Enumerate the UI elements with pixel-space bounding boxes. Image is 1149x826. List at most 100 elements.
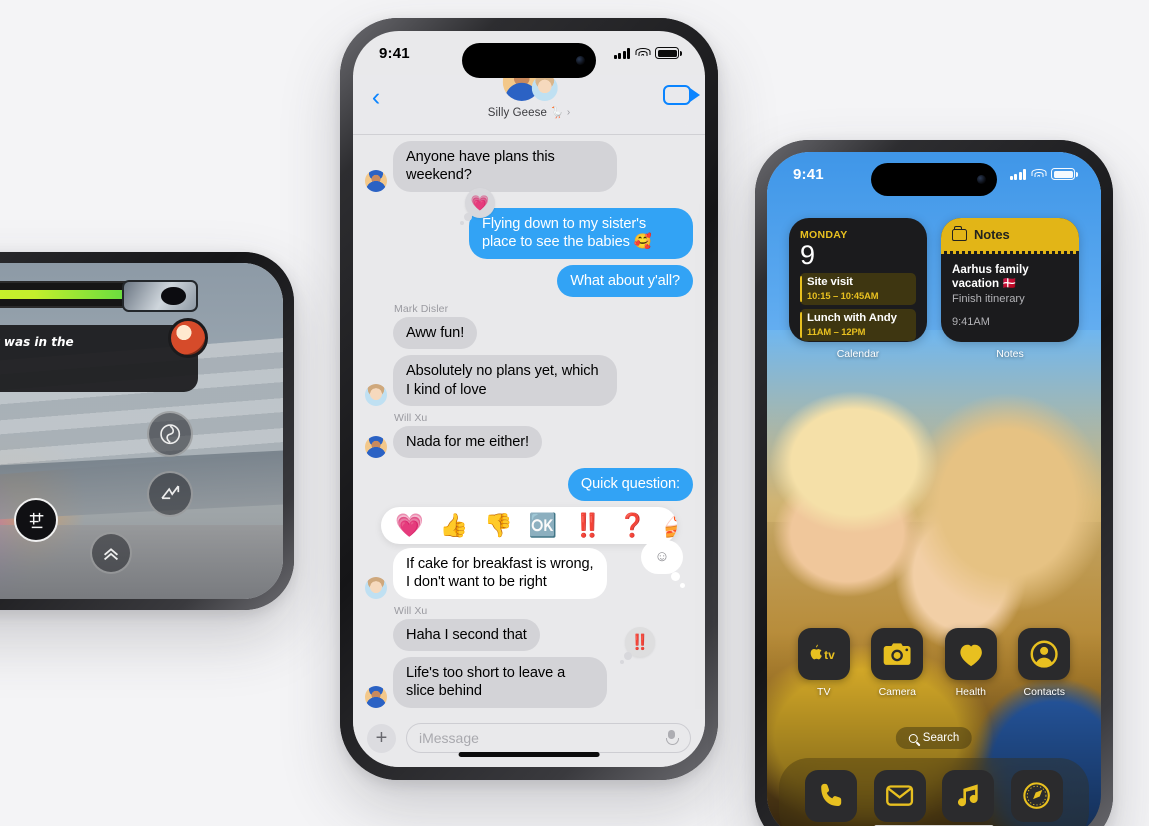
status-indicators	[1009, 168, 1078, 180]
message-bubble[interactable]: Anyone have plans this weekend?	[393, 141, 617, 192]
notes-widget[interactable]: Notes Aarhus family vacation 🇩🇰 Finish i…	[941, 218, 1079, 342]
notes-widget-header: Notes	[941, 218, 1079, 251]
messages-screen: 9:41 ‹ Silly Geese 🪿 › Anyone have plans…	[353, 31, 705, 767]
ability-chevron-button[interactable]	[90, 531, 133, 574]
tapback-option-question[interactable]: ❓	[618, 513, 647, 537]
tapback-option-thumbs-up[interactable]: 👍	[440, 513, 469, 537]
notes-header-title: Notes	[974, 227, 1010, 242]
game-phone: 00 Can't believe that was in the monumen…	[0, 252, 294, 610]
tapback-exclaim[interactable]: ‼️	[620, 626, 655, 664]
widget-label: Notes	[996, 348, 1024, 360]
enemy-portrait	[121, 279, 198, 312]
calendar-event[interactable]: Lunch with Andy 11AM – 12PM	[800, 309, 916, 341]
search-label: Search	[922, 732, 960, 744]
microphone-icon[interactable]	[665, 729, 679, 747]
app-tv[interactable]: tv TV	[787, 628, 861, 698]
notes-widget-body: Aarhus family vacation 🇩🇰 Finish itinera…	[941, 254, 1079, 337]
message-bubble[interactable]: Absolutely no plans yet, which I kind of…	[393, 355, 617, 406]
dialog-text: Can't believe that was in the monument…	[0, 335, 74, 350]
dock-safari[interactable]	[1010, 770, 1063, 822]
avatar-spacer	[365, 629, 387, 651]
ability-swirl-button[interactable]	[147, 410, 194, 457]
app-icon[interactable]	[1018, 628, 1071, 680]
status-indicators	[613, 47, 682, 59]
front-camera-icon	[977, 175, 986, 184]
camera-icon	[883, 643, 911, 665]
imessage-input[interactable]: iMessage	[406, 723, 691, 753]
add-attachment-button[interactable]: +	[367, 723, 396, 753]
app-icon[interactable]	[871, 628, 924, 680]
app-icon[interactable]	[944, 628, 997, 680]
typing-thought-bubble: ☺	[641, 539, 685, 588]
home-screen: 9:41 MONDAY 9 Site visit 10:15 – 10:45AM	[767, 152, 1101, 826]
search-button[interactable]: Search	[895, 727, 973, 749]
game-background	[0, 263, 283, 599]
dock-music[interactable]	[942, 770, 995, 822]
compass-icon	[1023, 782, 1051, 810]
note-time: 9:41AM	[952, 316, 990, 329]
app-label: TV	[817, 686, 831, 698]
calendar-widget[interactable]: MONDAY 9 Site visit 10:15 – 10:45AM Lunc…	[789, 218, 927, 342]
battery-full-icon	[655, 47, 682, 59]
message-bubble[interactable]: Haha I second that	[393, 618, 540, 651]
calendar-day-number: 9	[800, 240, 816, 270]
message-bubble[interactable]: Quick question:	[567, 468, 693, 501]
chevron-right-icon: ›	[566, 107, 571, 118]
dock	[779, 758, 1089, 826]
dock-mail[interactable]	[873, 770, 926, 822]
dialog-box: Can't believe that was in the monument…	[0, 318, 208, 393]
message-row: Life's too short to leave a slice behind	[365, 656, 693, 708]
tapback-heart[interactable]: 💗	[460, 187, 495, 225]
app-icon[interactable]: tv	[797, 628, 850, 680]
tapback-option-thumbs-down[interactable]: 👎	[484, 513, 513, 537]
app-contacts[interactable]: Contacts	[1008, 628, 1082, 698]
message-composer: + iMessage	[353, 709, 705, 767]
game-screen: 00 Can't believe that was in the monumen…	[0, 263, 283, 599]
app-label: Contacts	[1023, 686, 1065, 698]
home-indicator	[458, 752, 600, 757]
status-time: 9:41	[379, 44, 410, 62]
message-bubble[interactable]: Aww fun!	[393, 316, 478, 350]
sender-name: Mark Disler	[394, 302, 449, 315]
message-row: Quick question:	[365, 468, 693, 501]
apple-tv-icon: tv	[810, 644, 835, 662]
tapback-option-haha[interactable]: 🆗	[529, 513, 558, 537]
app-health[interactable]: Health	[934, 628, 1008, 698]
event-time: 10:15 – 10:45AM	[807, 290, 879, 302]
mail-icon	[886, 785, 914, 807]
calendar-event[interactable]: Site visit 10:15 – 10:45AM	[800, 273, 916, 306]
avatar	[365, 384, 387, 406]
message-row: What about y'all?	[365, 264, 693, 297]
back-button[interactable]: ‹	[353, 75, 399, 117]
tapback-option-cake[interactable]: 🍰	[663, 513, 677, 537]
speaker-portrait-icon	[167, 318, 208, 359]
conversation-title-row: Silly Geese 🪿 ›	[487, 106, 571, 120]
wifi-icon	[1031, 169, 1046, 180]
message-bubble[interactable]: Life's too short to leave a slice behind	[393, 656, 607, 708]
dynamic-island	[871, 163, 997, 196]
tapback-option-heart[interactable]: 💗	[395, 513, 424, 537]
app-row: tv TV Camera Health Contacts	[787, 628, 1081, 698]
facetime-button[interactable]	[663, 85, 700, 105]
avatar	[532, 75, 558, 101]
event-time: 11AM – 12PM	[807, 325, 866, 337]
app-camera[interactable]: Camera	[861, 628, 935, 698]
conversation-title: Silly Geese	[487, 106, 548, 119]
message-bubble[interactable]: Nada for me either!	[393, 426, 543, 459]
wifi-icon	[635, 48, 650, 59]
message-bubble[interactable]: If cake for breakfast is wrong, I don't …	[393, 547, 607, 599]
tapback-option-exclaim[interactable]: ‼️	[574, 513, 603, 537]
signal-bars-icon	[1009, 169, 1026, 180]
message-thread[interactable]: Anyone have plans this weekend? 💗 Flying…	[353, 135, 705, 709]
avatar	[365, 576, 387, 599]
dodge-icon	[161, 485, 180, 500]
message-bubble[interactable]: What about y'all?	[557, 264, 693, 297]
avatar	[365, 436, 387, 459]
avatar-spacer	[365, 327, 387, 349]
message-bubble[interactable]: Flying down to my sister's place to see …	[469, 207, 693, 259]
tapback-picker[interactable]: 💗 👍 👎 🆗 ‼️ ❓ 🍰 👏	[381, 506, 677, 544]
search-icon	[908, 733, 918, 743]
message-row: 💗 Flying down to my sister's place to se…	[365, 187, 693, 259]
svg-text:tv: tv	[824, 648, 835, 662]
dock-phone[interactable]	[805, 770, 858, 822]
